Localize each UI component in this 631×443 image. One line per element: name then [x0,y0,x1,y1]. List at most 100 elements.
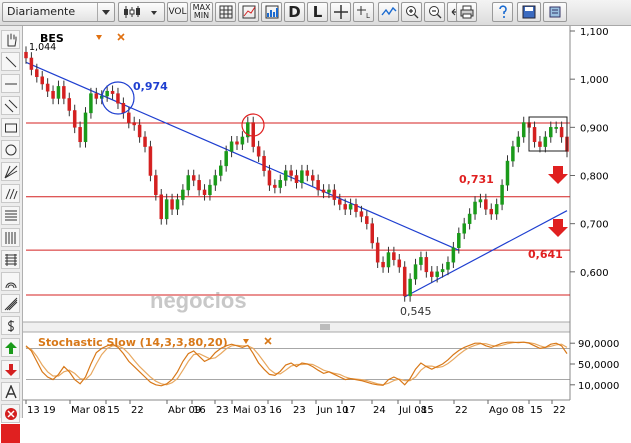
draw-d-label: D [288,3,301,21]
candle-body [45,83,50,92]
candle-body [148,146,153,176]
x-tick-label: 24 [373,405,386,416]
y-tick-label: 0,700 [580,220,609,231]
volume-button-label: VOL [168,7,187,17]
period-select[interactable]: Diariamente [2,2,115,22]
candle-body [532,127,537,143]
zoom-in-button[interactable] [401,2,422,22]
candle-body [375,242,380,263]
y-tick-label: 0,600 [580,268,609,279]
horizontal-tool[interactable] [1,74,20,93]
x-tick-label: 22 [455,405,468,416]
candle-body [278,180,283,188]
candlestick-style-button[interactable] [118,2,165,22]
candle-body [332,189,337,200]
candle-body [511,146,515,162]
candle-body [137,124,142,138]
gann-tool[interactable] [1,294,20,313]
candle-body [159,194,163,220]
price-annotation-label: 0,974 [133,80,168,93]
draw-d-button[interactable]: D [284,2,305,22]
dollar-tool[interactable] [1,316,20,335]
candle-body [500,184,504,205]
circle-tool[interactable] [1,140,20,159]
candle-body [440,269,445,273]
help-icon [498,5,507,18]
candle-body [343,204,347,210]
channel-tool[interactable] [1,96,20,115]
vertical-lines-icon [5,231,15,244]
color-swatch[interactable] [1,424,20,443]
candle-body [543,136,548,147]
horizontal-line-button[interactable]: L [353,2,374,22]
x-tick-label: 15 [421,405,434,416]
x-tick-label: 15 [107,405,120,416]
arc-tool[interactable] [1,272,20,291]
y-tick-label: 1,000 [580,75,609,86]
hand-icon [7,33,16,46]
candle-body [35,69,39,78]
grid-tool[interactable] [1,250,20,269]
pan-tool[interactable] [1,30,20,49]
x-tick-label: 16 [269,405,282,416]
log-scale-button[interactable] [261,2,282,22]
candle-body [186,175,191,191]
max-min-button[interactable]: MAX MIN [190,2,213,22]
candle-body [24,51,28,59]
candle-body [451,247,456,263]
print-button[interactable] [456,2,477,22]
volume-button[interactable]: VOL [167,2,188,22]
delete-tool[interactable] [1,404,20,423]
settings-button[interactable] [543,2,567,22]
fan-tool[interactable] [1,162,20,181]
price-chart-area[interactable]: negocios 0,974 0,731 0,641 0,545 1,100 1,000… [0,0,631,418]
parallel-lines-icon [5,188,17,199]
candle-body [283,170,288,181]
price-annotation-label: 0,545 [400,305,432,318]
candle-body [516,136,521,147]
parallel-tool[interactable] [1,184,20,203]
zoom-out-button[interactable] [424,2,445,22]
candle-body [370,223,374,244]
help-button[interactable] [492,2,513,22]
grid-icon [219,5,232,19]
circle-icon [5,144,16,155]
sell-arrow-tool[interactable] [1,360,20,379]
x-tick-label: 23 [293,405,306,416]
candle-body [348,204,353,210]
candle-body [365,216,369,224]
chart-type-button[interactable] [238,2,259,22]
remove-stochastic-icon[interactable] [264,337,272,345]
stochastic-dropdown-icon[interactable] [243,339,249,344]
down-arrow-tool-icon [4,363,17,376]
candle-body [397,259,402,268]
rectangle-tool[interactable] [1,118,20,137]
text-a-icon [4,384,17,398]
draw-line-button[interactable]: L [307,2,328,22]
text-tool[interactable] [1,382,20,401]
grid-button[interactable] [215,2,236,22]
candle-body [462,223,466,234]
line-tool[interactable] [1,52,20,71]
candle-body [240,136,245,145]
candle-body [197,180,201,191]
channel-icon [4,99,17,112]
candle-body [430,271,434,277]
toolbar: Diariamente VOL MAX MIN D L L [0,0,631,26]
panel-splitter[interactable] [23,322,570,332]
crosshair-button[interactable] [330,2,351,22]
candle-body [467,213,472,224]
price-annotation-label: 0,641 [528,248,563,261]
save-button[interactable] [517,2,541,22]
candle-body [83,112,88,143]
candle-body [538,141,542,147]
buy-arrow-tool[interactable] [1,338,20,357]
y-tick-label: 0,800 [580,172,609,183]
candle-body [40,76,44,85]
fib-time-tool[interactable] [1,228,20,247]
diagonal-line-icon [5,56,16,67]
chevron-down-icon[interactable] [97,3,114,21]
candle-body [413,264,418,280]
zigzag-button[interactable] [378,2,399,22]
fibonacci-tool[interactable] [1,206,20,225]
